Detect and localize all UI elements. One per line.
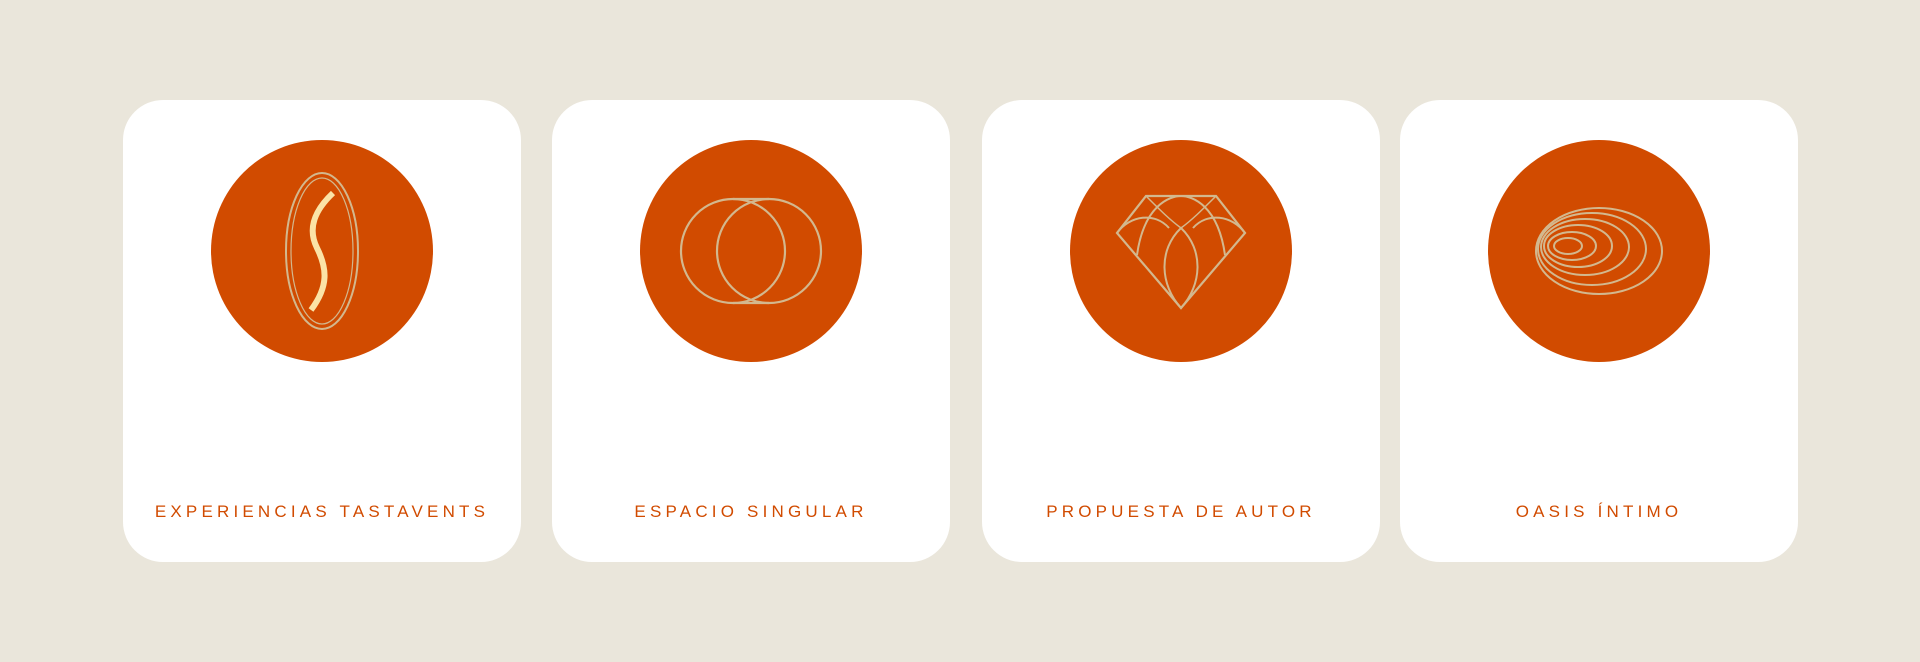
icon-badge [211, 140, 433, 362]
feature-card-propuesta[interactable]: PROPUESTA DE AUTOR [982, 100, 1380, 562]
icon-badge [1488, 140, 1710, 362]
card-label: EXPERIENCIAS TASTAVENTS [154, 502, 490, 521]
card-label: OASIS ÍNTIMO [1515, 502, 1683, 521]
feature-card-experiencias[interactable]: EXPERIENCIAS TASTAVENTS [123, 100, 521, 562]
s-oval-icon [285, 172, 359, 330]
feature-card-oasis[interactable]: OASIS ÍNTIMO [1400, 100, 1798, 562]
diamond-icon [1115, 194, 1247, 310]
icon-badge [1070, 140, 1292, 362]
card-label: PROPUESTA DE AUTOR [1046, 502, 1316, 521]
icon-badge [640, 140, 862, 362]
card-label: ESPACIO SINGULAR [634, 502, 868, 521]
interlocking-circles-icon [679, 197, 823, 305]
concentric-ellipses-icon [1535, 207, 1663, 295]
feature-card-espacio[interactable]: ESPACIO SINGULAR [552, 100, 950, 562]
